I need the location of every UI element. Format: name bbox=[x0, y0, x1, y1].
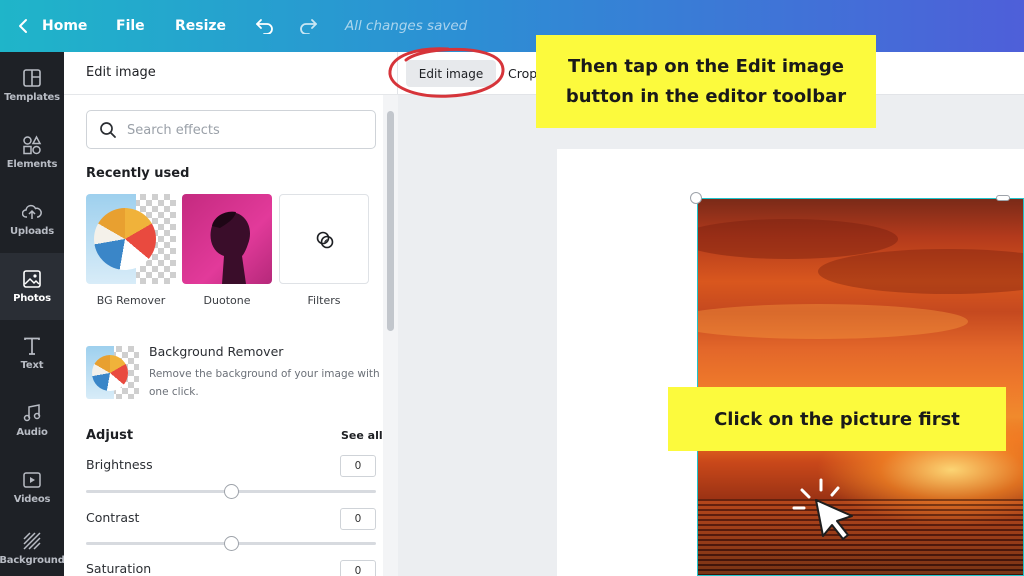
brightness-slider[interactable] bbox=[86, 484, 376, 499]
videos-icon bbox=[23, 472, 41, 488]
undo-icon bbox=[256, 19, 273, 34]
panel-header: Edit image bbox=[64, 52, 398, 95]
uploads-icon bbox=[22, 204, 42, 219]
photos-icon bbox=[23, 270, 41, 288]
callout-line: Then tap on the Edit image bbox=[567, 55, 844, 77]
filters-thumb[interactable] bbox=[279, 194, 369, 284]
adjust-heading: Adjust bbox=[86, 428, 134, 443]
file-menu[interactable]: File bbox=[116, 0, 145, 52]
contrast-slider[interactable] bbox=[86, 536, 376, 551]
toolbar-instruction-callout: Then tap on the Edit image button in the… bbox=[536, 35, 876, 128]
rail-label: Uploads bbox=[9, 226, 55, 237]
slider-knob[interactable] bbox=[224, 484, 239, 499]
sea-surface bbox=[698, 499, 1023, 575]
rail-item-background[interactable]: Background bbox=[0, 521, 65, 576]
resize-menu[interactable]: Resize bbox=[175, 0, 226, 52]
resize-handle-top-right[interactable] bbox=[996, 195, 1010, 201]
see-all-link[interactable]: See all bbox=[341, 429, 383, 442]
rail-item-videos[interactable]: Videos bbox=[0, 454, 64, 521]
callout-line: button in the editor toolbar bbox=[565, 85, 847, 107]
recently-used-heading: Recently used bbox=[86, 166, 190, 181]
rail-item-uploads[interactable]: Uploads bbox=[0, 186, 64, 253]
rail-item-text[interactable]: Text bbox=[0, 320, 64, 387]
home-button[interactable]: Home bbox=[18, 0, 87, 52]
redo-button[interactable] bbox=[298, 0, 318, 52]
duotone-portrait-image bbox=[210, 211, 250, 284]
rail-item-photos[interactable]: Photos bbox=[0, 253, 64, 320]
slider-knob[interactable] bbox=[224, 536, 239, 551]
background-remover-description: Remove the background of your image with… bbox=[149, 368, 380, 398]
rail-label: Background bbox=[0, 555, 65, 566]
elements-icon bbox=[23, 135, 42, 155]
brightness-label: Brightness bbox=[86, 457, 153, 472]
saturation-label: Saturation bbox=[86, 561, 152, 576]
templates-icon bbox=[23, 69, 41, 87]
redo-icon bbox=[300, 19, 317, 34]
rail-label: Photos bbox=[13, 293, 51, 304]
filters-icon bbox=[316, 231, 334, 249]
picture-instruction-callout: Click on the picture first bbox=[668, 387, 1006, 451]
audio-icon bbox=[23, 404, 41, 422]
duotone-thumb[interactable] bbox=[182, 194, 272, 284]
left-rail: Templates Elements Uploads Photos Text A… bbox=[0, 52, 65, 576]
duotone-label: Duotone bbox=[203, 294, 251, 307]
contrast-value-input[interactable]: 0 bbox=[340, 508, 376, 530]
filters-label: Filters bbox=[307, 294, 341, 307]
rail-label: Text bbox=[20, 360, 44, 371]
background-remover-title[interactable]: Background Remover bbox=[149, 344, 283, 359]
saturation-value-input[interactable]: 0 bbox=[340, 560, 376, 576]
background-icon bbox=[23, 532, 41, 550]
crop-button[interactable]: Crop bbox=[508, 60, 537, 87]
home-label: Home bbox=[42, 18, 88, 34]
bg-remover-thumb[interactable] bbox=[86, 194, 176, 284]
rail-item-audio[interactable]: Audio bbox=[0, 387, 64, 454]
rail-label: Elements bbox=[6, 159, 58, 170]
rail-label: Templates bbox=[4, 92, 60, 103]
background-remover-thumb[interactable] bbox=[86, 346, 139, 399]
search-input[interactable] bbox=[127, 119, 367, 141]
highlight-circle-annotation bbox=[388, 47, 505, 98]
beach-ball-image bbox=[92, 355, 128, 391]
rail-label: Audio bbox=[16, 427, 48, 438]
chevron-left-icon bbox=[19, 19, 27, 33]
resize-handle-top-left[interactable] bbox=[690, 192, 702, 204]
text-icon bbox=[24, 337, 40, 355]
rail-label: Videos bbox=[13, 494, 51, 505]
search-icon bbox=[100, 122, 116, 138]
brightness-value-input[interactable]: 0 bbox=[340, 455, 376, 477]
edit-image-panel: Edit image Recently used BG Remover Duot… bbox=[64, 52, 398, 576]
file-label: File bbox=[116, 18, 145, 34]
beach-ball-image bbox=[94, 208, 156, 270]
bg-remover-label: BG Remover bbox=[96, 294, 166, 307]
contrast-label: Contrast bbox=[86, 510, 140, 525]
undo-button[interactable] bbox=[255, 0, 275, 52]
click-cursor-icon bbox=[792, 478, 853, 540]
rail-item-elements[interactable]: Elements bbox=[0, 119, 64, 186]
search-effects-field[interactable] bbox=[86, 110, 376, 149]
rail-item-templates[interactable]: Templates bbox=[0, 52, 64, 119]
panel-title: Edit image bbox=[86, 65, 156, 80]
scrollbar-thumb[interactable] bbox=[387, 111, 394, 331]
resize-label: Resize bbox=[175, 18, 227, 34]
cloud-shape bbox=[698, 304, 968, 339]
panel-scrollbar[interactable] bbox=[383, 95, 398, 576]
cloud-shape bbox=[818, 249, 1023, 294]
